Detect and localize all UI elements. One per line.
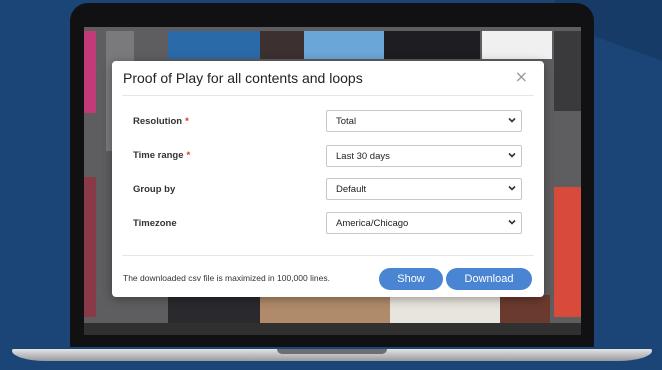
time-range-value: Last 30 days [336,151,390,162]
time-range-label: Time range * [133,150,190,161]
time-range-select[interactable]: Last 30 days [326,145,522,167]
group-by-value: Default [336,184,367,195]
required-mark: * [186,150,191,161]
laptop-notch [277,349,387,354]
resolution-select[interactable]: Total [326,110,522,132]
close-icon[interactable]: × [515,67,528,86]
required-mark: * [185,116,189,127]
group-by-label: Group by [133,184,176,195]
resolution-label: Resolution * [133,116,189,127]
chevron-down-icon [508,152,516,158]
show-button[interactable]: Show [379,268,443,290]
chevron-down-icon [508,219,516,225]
csv-limit-note: The downloaded csv file is maximized in … [123,273,330,283]
screen-bezel-bottom [84,323,581,335]
dialog-title: Proof of Play for all contents and loops [123,70,363,86]
download-button[interactable]: Download [446,268,532,290]
proof-of-play-dialog: Proof of Play for all contents and loops… [112,61,544,297]
timezone-label: Timezone [133,218,177,229]
time-range-label-text: Time range [133,150,184,161]
chevron-down-icon [508,185,516,191]
resolution-label-text: Resolution [133,116,183,127]
resolution-value: Total [336,116,357,127]
header-divider [122,95,534,96]
chevron-down-icon [508,117,516,123]
footer-divider [122,255,534,256]
timezone-value: America/Chicago [336,218,409,229]
timezone-select[interactable]: America/Chicago [326,212,522,234]
group-by-select[interactable]: Default [326,178,522,200]
